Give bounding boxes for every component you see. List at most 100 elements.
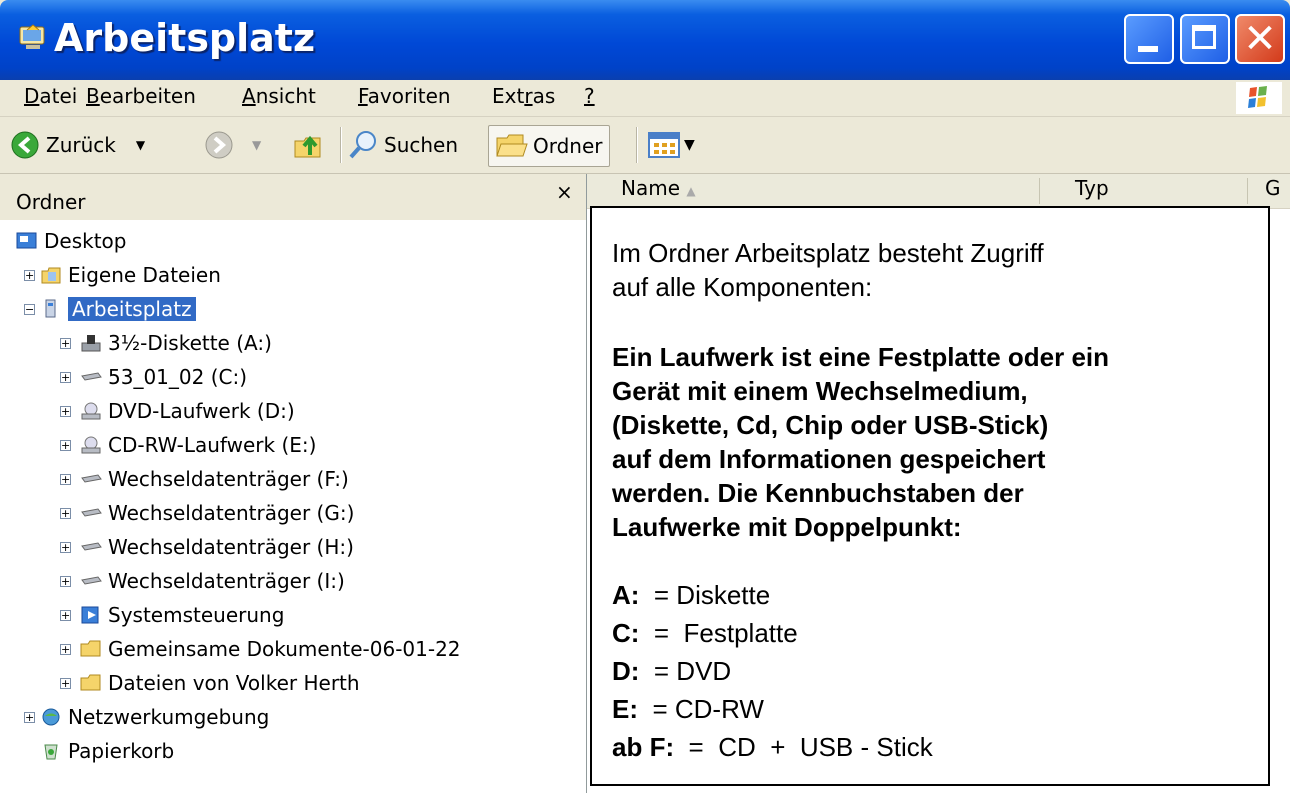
tree-item-drive-h[interactable]: Wechseldatenträger (H:) (80, 532, 354, 562)
menu-extras[interactable]: Extras (492, 84, 555, 108)
folder-pane-header: Ordner × (0, 174, 586, 220)
column-header-name[interactable]: Name ▲ (621, 176, 696, 200)
menu-bearbeiten[interactable]: Bearbeiten (86, 84, 196, 108)
control-panel-icon (81, 606, 99, 624)
my-documents-icon (41, 267, 61, 284)
views-button[interactable]: ▼ (648, 125, 695, 165)
info-bold-line-3: (Diskette, Cd, Chip oder USB-Stick) (612, 410, 1049, 440)
views-icon (648, 132, 680, 158)
windows-logo-icon (1236, 82, 1282, 114)
desktop-icon (16, 232, 37, 249)
menu-favoriten[interactable]: Favoriten (358, 84, 451, 108)
search-label: Suchen (384, 133, 459, 157)
dvd-drive-icon (81, 402, 101, 420)
tree-item-drive-g[interactable]: Wechseldatenträger (G:) (80, 498, 354, 528)
tree-item-dateien-von-volker[interactable]: Dateien von Volker Herth (80, 668, 360, 698)
info-bold-line-4: auf dem Informationen gespeichert (612, 444, 1046, 474)
up-folder-button[interactable] (292, 125, 324, 165)
info-drive-d: D: = DVD (612, 656, 732, 686)
info-bold-line-1: Ein Laufwerk ist eine Festplatte oder ei… (612, 342, 1110, 372)
back-button[interactable]: Zurück ▼ (10, 125, 145, 165)
folder-tree-pane: Ordner × Desktop + Eigene Dateien − Arbe… (0, 174, 587, 793)
expand-toggle[interactable]: + (60, 576, 71, 587)
tree-item-eigene-dateien[interactable]: Eigene Dateien (40, 260, 221, 290)
expand-toggle[interactable]: + (60, 542, 71, 553)
folders-label: Ordner (533, 134, 603, 158)
expand-toggle[interactable]: + (60, 508, 71, 519)
info-intro-line-1: Im Ordner Arbeitsplatz besteht Zugriff (612, 238, 1044, 268)
search-icon (349, 131, 376, 159)
window-title: Arbeitsplatz (54, 16, 316, 60)
expand-toggle[interactable]: + (24, 270, 35, 281)
removable-drive-icon (81, 576, 102, 585)
toolbar-separator (636, 127, 638, 163)
tree-item-papierkorb[interactable]: Papierkorb (40, 736, 174, 766)
info-drive-e: E: = CD-RW (612, 694, 764, 724)
tree-item-arbeitsplatz[interactable]: Arbeitsplatz (40, 294, 196, 324)
column-header-type[interactable]: Typ (1075, 176, 1109, 200)
info-bold-line-2: Gerät mit einem Wechselmedium, (612, 376, 1028, 406)
tree-item-systemsteuerung[interactable]: Systemsteuerung (80, 600, 284, 630)
info-drive-a: A: = Diskette (612, 580, 771, 610)
cd-drive-icon (81, 436, 101, 454)
explorer-window: Arbeitsplatz ✕ Datei Bearbeiten Ansicht … (0, 0, 1290, 793)
folder-icon (80, 674, 101, 691)
tree-item-drive-f[interactable]: Wechseldatenträger (F:) (80, 464, 349, 494)
column-header-g[interactable]: G (1265, 176, 1281, 200)
expand-toggle[interactable]: + (60, 338, 71, 349)
close-icon: ✕ (1243, 16, 1277, 62)
folder-pane-title: Ordner (16, 190, 86, 214)
tree-item-desktop[interactable]: Desktop (16, 226, 126, 256)
column-header-row: Name ▲ Typ G (587, 174, 1290, 209)
info-bold-line-5: werden. Die Kennbuchstaben der (612, 478, 1024, 508)
folder-pane-close-button[interactable]: × (556, 180, 573, 204)
expand-toggle[interactable]: + (60, 610, 71, 621)
tree-item-drive-e[interactable]: CD-RW-Laufwerk (E:) (80, 430, 316, 460)
expand-toggle[interactable]: + (60, 440, 71, 451)
minimize-icon (1138, 46, 1158, 52)
expand-toggle[interactable]: + (24, 712, 35, 723)
tree-item-drive-c[interactable]: 53_01_02 (C:) (80, 362, 247, 392)
tree-item-drive-i[interactable]: Wechseldatenträger (I:) (80, 566, 345, 596)
column-divider[interactable] (1039, 178, 1040, 204)
floppy-drive-icon (81, 335, 101, 352)
forward-arrow-icon (205, 131, 233, 159)
back-arrow-icon (11, 131, 39, 159)
menu-datei[interactable]: Datei (24, 84, 77, 108)
expand-toggle[interactable]: + (60, 474, 71, 485)
tree-item-netzwerkumgebung[interactable]: Netzwerkumgebung (40, 702, 269, 732)
collapse-toggle[interactable]: − (24, 304, 35, 315)
info-intro-line-2: auf alle Komponenten: (612, 272, 873, 302)
folder-icon (80, 640, 101, 657)
back-dropdown-icon[interactable]: ▼ (136, 138, 145, 152)
tree-item-drive-a[interactable]: 3½-Diskette (A:) (80, 328, 272, 358)
toolbar-separator (340, 127, 342, 163)
menu-ansicht[interactable]: Ansicht (242, 84, 316, 108)
tree-item-drive-d[interactable]: DVD-Laufwerk (D:) (80, 396, 295, 426)
tree-item-gemeinsame-dokumente[interactable]: Gemeinsame Dokumente-06-01-22 (80, 634, 461, 664)
expand-toggle[interactable]: + (60, 372, 71, 383)
folders-button[interactable]: Ordner (488, 125, 610, 167)
info-drive-c: C: = Festplatte (612, 618, 798, 648)
recycle-bin-icon (44, 744, 58, 760)
network-icon (42, 708, 60, 726)
title-bar[interactable]: Arbeitsplatz ✕ (0, 0, 1290, 80)
forward-button[interactable]: ▼ (204, 125, 261, 165)
column-divider[interactable] (1247, 178, 1248, 204)
views-dropdown-icon[interactable]: ▼ (684, 137, 695, 153)
sort-ascending-icon: ▲ (686, 184, 696, 198)
menu-help[interactable]: ? (584, 84, 595, 108)
maximize-button[interactable] (1180, 14, 1230, 64)
forward-dropdown-icon[interactable]: ▼ (252, 138, 261, 152)
minimize-button[interactable] (1124, 14, 1174, 64)
close-button[interactable]: ✕ (1235, 14, 1285, 64)
info-drive-f: ab F: = CD + USB - Stick (612, 732, 933, 762)
hard-drive-icon (81, 372, 102, 381)
folder-icon (496, 134, 528, 157)
expand-toggle[interactable]: + (60, 678, 71, 689)
expand-toggle[interactable]: + (60, 644, 71, 655)
info-textbox: Im Ordner Arbeitsplatz besteht Zugriff a… (590, 206, 1270, 786)
search-button[interactable]: Suchen (348, 125, 458, 165)
back-label: Zurück (46, 133, 116, 157)
expand-toggle[interactable]: + (60, 406, 71, 417)
